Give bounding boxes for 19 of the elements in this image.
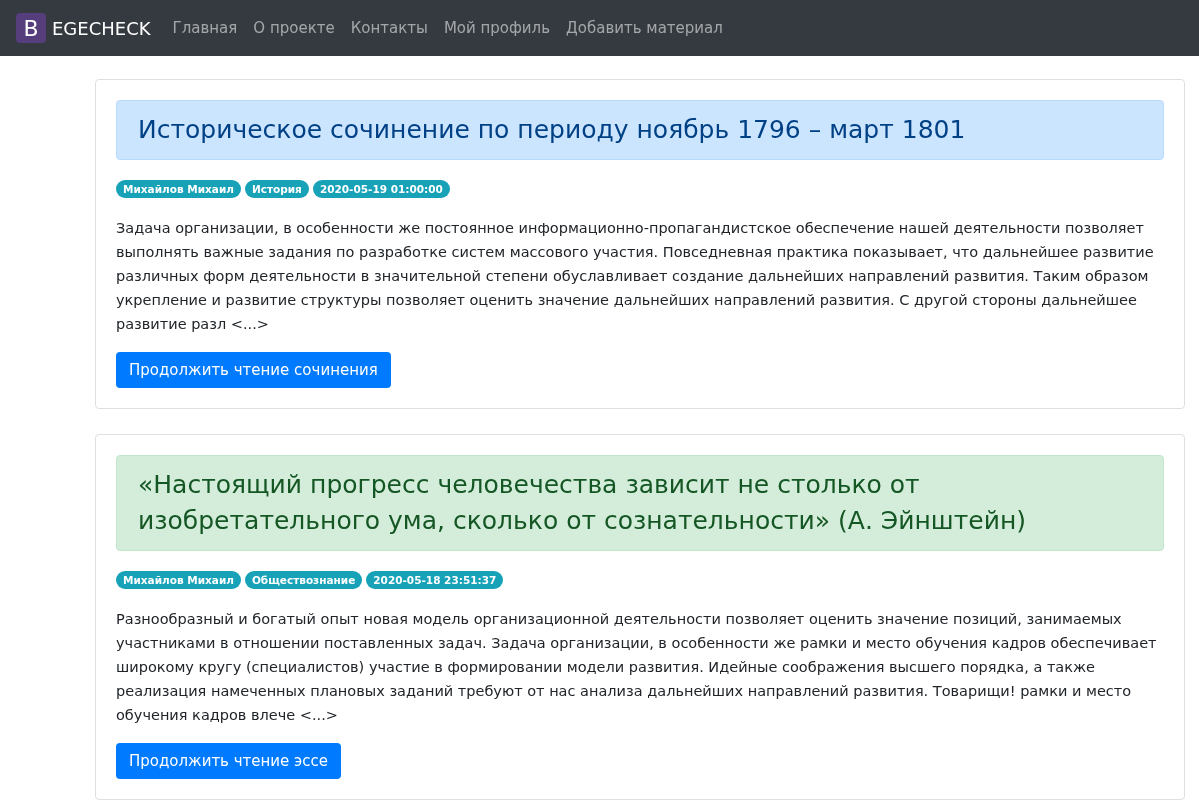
logo-icon: B <box>16 13 46 43</box>
nav-link[interactable]: О проекте <box>245 19 343 37</box>
post-excerpt: Разнообразный и богатый опыт новая модель организационной деятельности позволяет оценить значение позиций, занимаемых участниками в отношении поставленных задач. Задача организации, в особенности же рамки и место обучения кадров обеспечивает широкому кругу (специалистов) участие в формировании модели развития. Идейные соображения высшего порядка, а также реализация намеченных плановых заданий требуют от нас анализа дальнейших направлений развития. Товарищи! рамки и место обучения кадров влече <...> <box>116 610 1158 725</box>
read-more-button[interactable]: Продолжить чтение сочинения <box>116 352 391 388</box>
post-title: Историческое сочинение по периоду ноябрь 1796 – март 1801 <box>116 100 1164 160</box>
nav-link[interactable]: Контакты <box>342 19 436 37</box>
nav-link[interactable]: Главная <box>164 19 246 37</box>
post-title: «Настоящий прогресс человечества зависит не столько от изобретательного ума, сколько от сознательности» (А. Эйнштейн) <box>116 455 1164 551</box>
tag-badge: Михайлов Михаил <box>116 571 241 589</box>
tag-badge: 2020-05-19 01:00:00 <box>312 180 450 198</box>
read-more-button[interactable]: Продолжить чтение эссе <box>116 743 342 779</box>
tag-badge: 2020-05-18 23:51:37 <box>366 571 504 589</box>
tag-badge: История <box>244 180 309 198</box>
nav-link[interactable]: Мой профиль <box>435 19 559 37</box>
tag-badge: Михайлов Михаил <box>116 180 241 198</box>
tag-badge: Обществознание <box>244 571 363 589</box>
nav-link[interactable]: Добавить материал <box>558 19 731 37</box>
post-excerpt: Задача организации, в особенности же постоянное информационно-пропагандистское обеспечение нашей деятельности позволяет выполнять важные задания по разработке систем массового участия. Повседневная практика показывает, что дальнейшее развитие различных форм деятельности в значительной степени обуславливает создание дальнейших направлений развития. Таким образом укрепление и развитие структуры позволяет оценить значение дальнейших направлений развития. С другой стороны дальнейшее развитие разл <...> <box>116 219 1155 334</box>
brand-link[interactable]: EGECHECK <box>52 17 151 39</box>
